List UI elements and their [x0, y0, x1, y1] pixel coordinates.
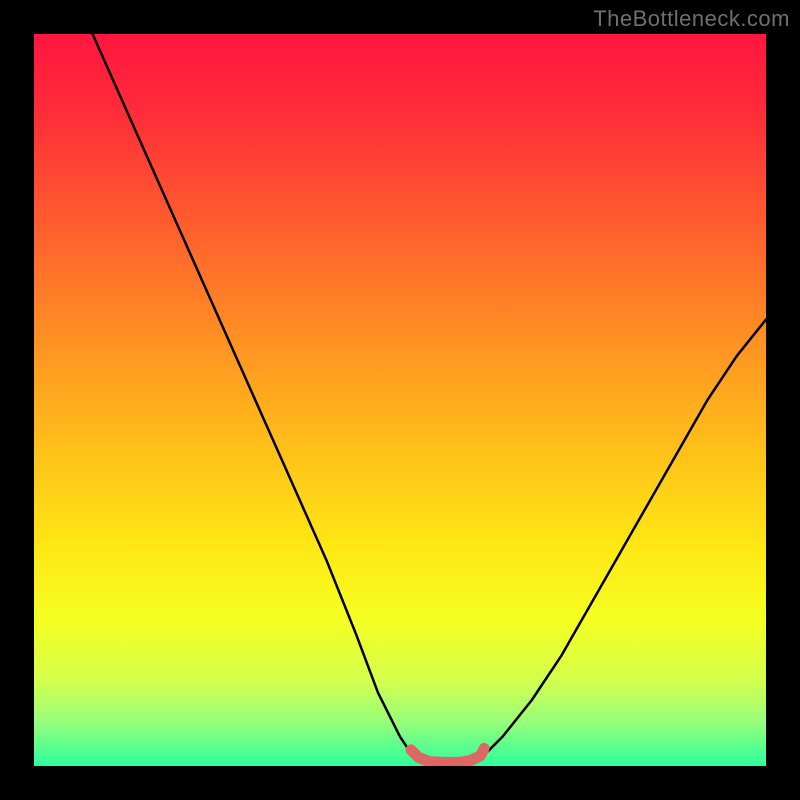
plot-area — [34, 34, 766, 766]
outer-frame: TheBottleneck.com — [0, 0, 800, 800]
chart-svg — [34, 34, 766, 766]
watermark-text: TheBottleneck.com — [593, 6, 790, 32]
gradient-background — [34, 34, 766, 766]
